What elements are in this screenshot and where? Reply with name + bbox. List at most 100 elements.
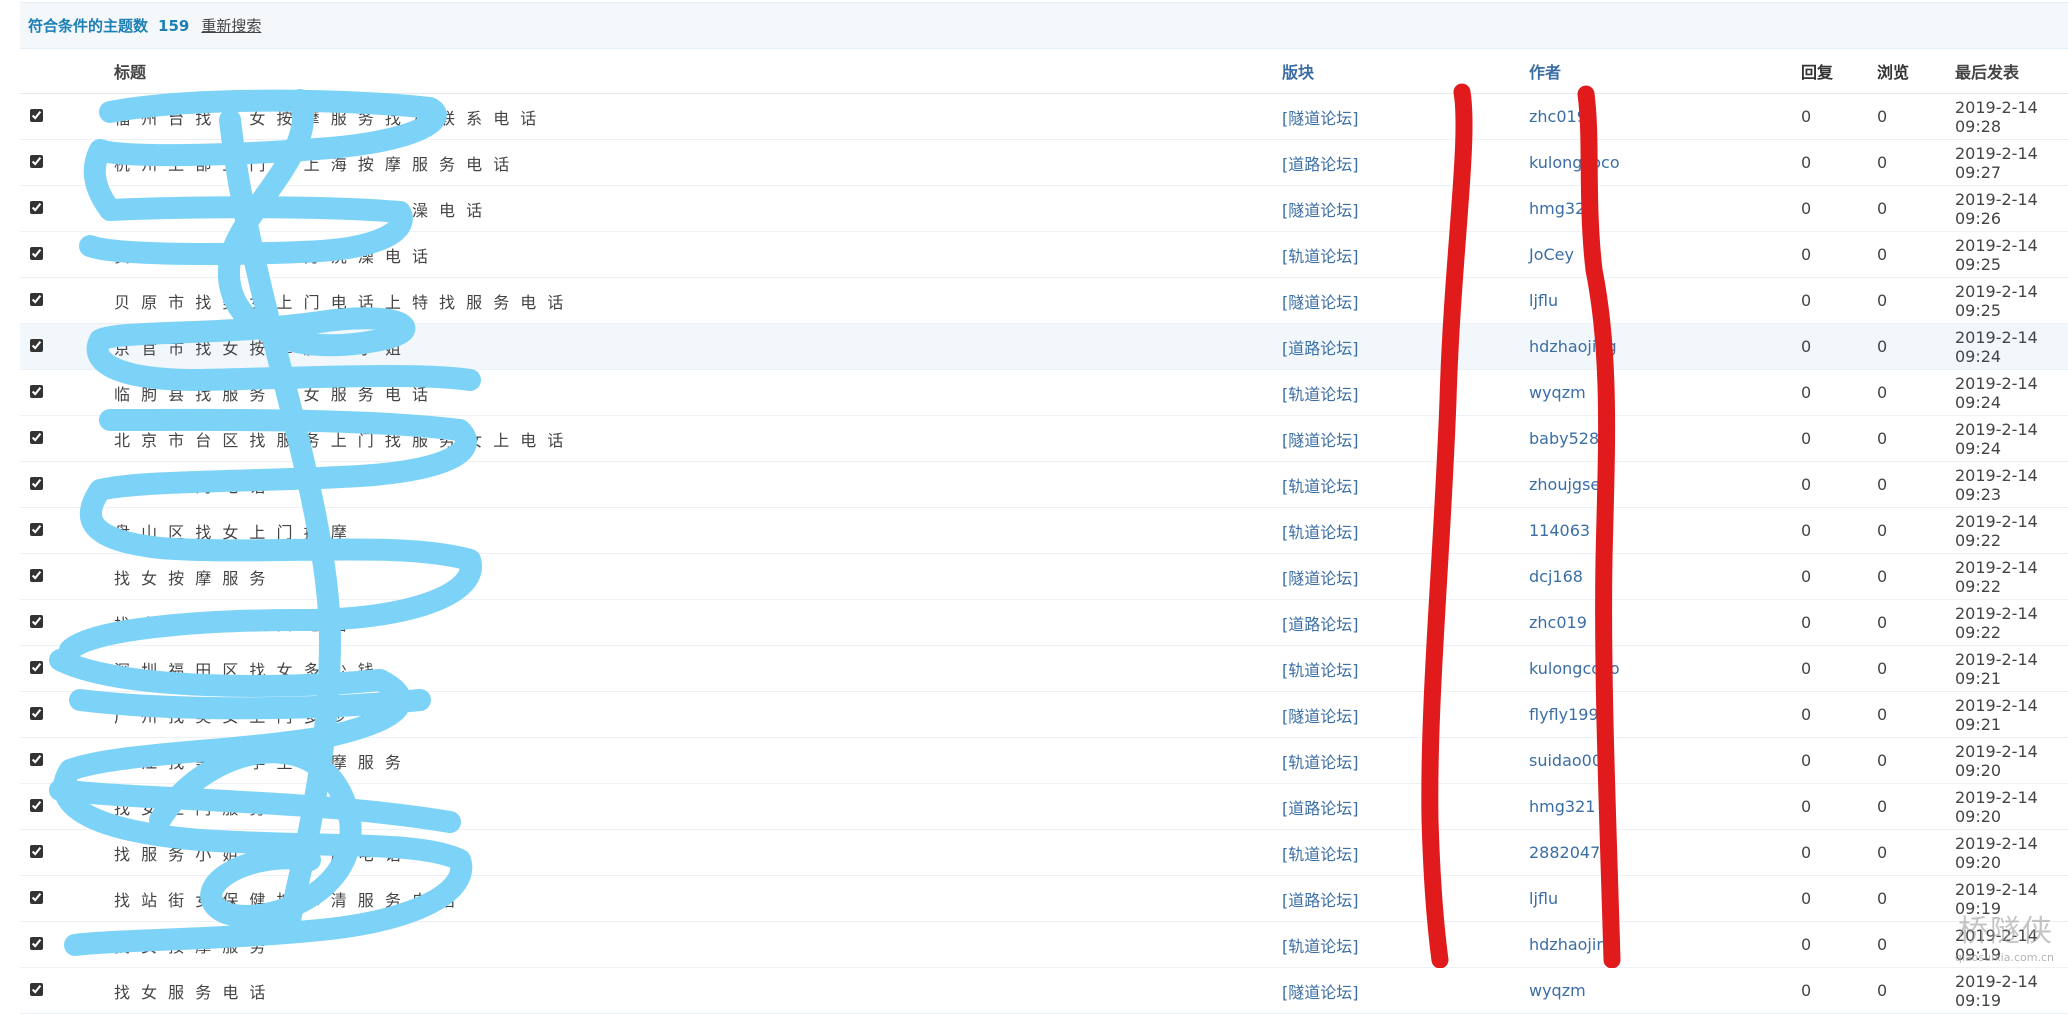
reply-count: 0 <box>1800 415 1876 462</box>
thread-title-link[interactable]: 京 官 市 找 女 按 摩 服 务 小 姐 <box>106 323 1281 370</box>
last-post-time: 2019-2-14 09:22 <box>1954 553 2068 600</box>
thread-title-link[interactable]: 盘 山 区 找 女 上 门 按 摩 <box>106 507 1281 554</box>
header-author: 作者 <box>1528 49 1800 94</box>
view-count: 0 <box>1876 921 1954 968</box>
row-select-checkbox[interactable] <box>30 569 43 582</box>
forum-link[interactable]: [隧道论坛] <box>1281 415 1528 462</box>
thread-title-link[interactable]: 杭 州 上 部 上 门 高 上 海 按 摩 服 务 电 话 <box>106 139 1281 186</box>
row-select-cell <box>20 829 106 876</box>
reply-count: 0 <box>1800 875 1876 922</box>
thread-title-link[interactable]: 广 州 找 美 女 上 门 多 少 钱 <box>106 691 1281 738</box>
forum-link[interactable]: [隧道论坛] <box>1281 185 1528 232</box>
thread-title-link[interactable]: 保 女 上 门 电 话 <box>106 461 1281 508</box>
last-post-time: 2019-2-14 09:21 <box>1954 691 2068 738</box>
author-link[interactable]: dcj168 <box>1528 553 1800 600</box>
forum-link[interactable]: [轨道论坛] <box>1281 921 1528 968</box>
forum-link[interactable]: [轨道论坛] <box>1281 231 1528 278</box>
thread-title-link[interactable]: 深 圳 福 田 区 找 女 多 少 钱 <box>106 645 1281 692</box>
thread-title-link[interactable]: 找 站 街 女 保 健 按 摩 清 服 务 电 话 <box>106 875 1281 922</box>
author-link[interactable]: hdzhaojing <box>1528 921 1800 968</box>
author-link[interactable]: 114063 <box>1528 507 1800 554</box>
forum-link[interactable]: [隧道论坛] <box>1281 553 1528 600</box>
author-link[interactable]: zhc019 <box>1528 93 1800 140</box>
reply-count: 0 <box>1800 967 1876 1014</box>
thread-title-link[interactable]: 贵 港 找 鸡 按 摩 服 务 洗 澡 电 话 <box>106 231 1281 278</box>
row-select-checkbox[interactable] <box>30 247 43 260</box>
forum-link[interactable]: [轨道论坛] <box>1281 645 1528 692</box>
forum-link[interactable]: [道路论坛] <box>1281 599 1528 646</box>
row-select-checkbox[interactable] <box>30 523 43 536</box>
thread-title-link[interactable]: 长 治 找 服 务 站 街 女 按 摩 洗 澡 电 话 <box>106 185 1281 232</box>
forum-link[interactable]: [轨道论坛] <box>1281 507 1528 554</box>
thread-title-link[interactable]: 找 女 服 务 电 话 <box>106 967 1281 1014</box>
author-link[interactable]: kulongcoco <box>1528 645 1800 692</box>
author-link[interactable]: hmg321 <box>1528 783 1800 830</box>
row-select-checkbox[interactable] <box>30 385 43 398</box>
forum-link[interactable]: [轨道论坛] <box>1281 461 1528 508</box>
row-select-checkbox[interactable] <box>30 799 43 812</box>
row-select-checkbox[interactable] <box>30 753 43 766</box>
row-select-checkbox[interactable] <box>30 431 43 444</box>
row-select-checkbox[interactable] <box>30 109 43 122</box>
row-select-checkbox[interactable] <box>30 477 43 490</box>
author-link[interactable]: JoCey <box>1528 231 1800 278</box>
reply-count: 0 <box>1800 139 1876 186</box>
thread-title-link[interactable]: 临 朐 县 找 服 务 帮 女 服 务 电 话 <box>106 369 1281 416</box>
forum-link[interactable]: [隧道论坛] <box>1281 93 1528 140</box>
forum-link[interactable]: [隧道论坛] <box>1281 277 1528 324</box>
row-select-checkbox[interactable] <box>30 661 43 674</box>
author-link[interactable]: zhoujgseu <box>1528 461 1800 508</box>
last-post-time: 2019-2-14 09:28 <box>1954 93 2068 140</box>
reply-count: 0 <box>1800 231 1876 278</box>
author-link[interactable]: 2882047 <box>1528 829 1800 876</box>
row-select-checkbox[interactable] <box>30 983 43 996</box>
author-link[interactable]: ljflu <box>1528 875 1800 922</box>
table-row: 贵 港 找 鸡 按 摩 服 务 洗 澡 电 话 [轨道论坛] JoCey 0 0 2019… <box>20 231 2068 278</box>
reply-count: 0 <box>1800 93 1876 140</box>
forum-link[interactable]: [道路论坛] <box>1281 323 1528 370</box>
row-select-checkbox[interactable] <box>30 707 43 720</box>
row-select-checkbox[interactable] <box>30 201 43 214</box>
re-search-link[interactable]: 重新搜索 <box>201 15 261 36</box>
author-link[interactable]: kulongcoco <box>1528 139 1800 186</box>
thread-title-link[interactable]: 丽 江 找 美 女 学 生 按 摩 服 务 <box>106 737 1281 784</box>
last-post-time: 2019-2-14 09:20 <box>1954 783 2068 830</box>
author-link[interactable]: baby528 <box>1528 415 1800 462</box>
author-link[interactable]: ljflu <box>1528 277 1800 324</box>
forum-link[interactable]: [道路论坛] <box>1281 139 1528 186</box>
last-post-time: 2019-2-14 09:25 <box>1954 277 2068 324</box>
forum-link[interactable]: [隧道论坛] <box>1281 691 1528 738</box>
thread-title-link[interactable]: 找 女 上 门 服 务 <box>106 783 1281 830</box>
thread-title-link[interactable]: 贝 原 市 找 美 女 上 门 电 话 上 特 找 服 务 电 话 <box>106 277 1281 324</box>
author-link[interactable]: hdzhaojing <box>1528 323 1800 370</box>
thread-title-link[interactable]: 找 服 务 小 姐 上 门 按 摩 电 话 <box>106 829 1281 876</box>
forum-link[interactable]: [轨道论坛] <box>1281 829 1528 876</box>
thread-title-link[interactable]: 找 女 按 摩 服 务 <box>106 921 1281 968</box>
row-select-checkbox[interactable] <box>30 615 43 628</box>
row-select-checkbox[interactable] <box>30 891 43 904</box>
last-post-time: 2019-2-14 09:20 <box>1954 737 2068 784</box>
last-post-time: 2019-2-14 09:23 <box>1954 461 2068 508</box>
reply-count: 0 <box>1800 737 1876 784</box>
row-select-checkbox[interactable] <box>30 339 43 352</box>
thread-title-link[interactable]: 找 女 上 门 按 摩 女 电 话 <box>106 599 1281 646</box>
row-select-checkbox[interactable] <box>30 845 43 858</box>
author-link[interactable]: suidao007 <box>1528 737 1800 784</box>
forum-link[interactable]: [轨道论坛] <box>1281 369 1528 416</box>
row-select-checkbox[interactable] <box>30 937 43 950</box>
row-select-cell <box>20 507 106 554</box>
thread-title-link[interactable]: 找 女 按 摩 服 务 <box>106 553 1281 600</box>
thread-title-link[interactable]: 北 京 市 台 区 找 服 务 上 门 找 服 务 女 上 电 话 <box>106 415 1281 462</box>
author-link[interactable]: flyfly1999 <box>1528 691 1800 738</box>
thread-title-link[interactable]: 福 州 台 找 美 女 按 摩 服 务 找 女 联 系 电 话 <box>106 93 1281 140</box>
forum-link[interactable]: [轨道论坛] <box>1281 737 1528 784</box>
forum-link[interactable]: [隧道论坛] <box>1281 967 1528 1014</box>
author-link[interactable]: hmg321 <box>1528 185 1800 232</box>
author-link[interactable]: zhc019 <box>1528 599 1800 646</box>
author-link[interactable]: wyqzm <box>1528 967 1800 1014</box>
author-link[interactable]: wyqzm <box>1528 369 1800 416</box>
forum-link[interactable]: [道路论坛] <box>1281 875 1528 922</box>
forum-link[interactable]: [道路论坛] <box>1281 783 1528 830</box>
row-select-checkbox[interactable] <box>30 155 43 168</box>
row-select-checkbox[interactable] <box>30 293 43 306</box>
